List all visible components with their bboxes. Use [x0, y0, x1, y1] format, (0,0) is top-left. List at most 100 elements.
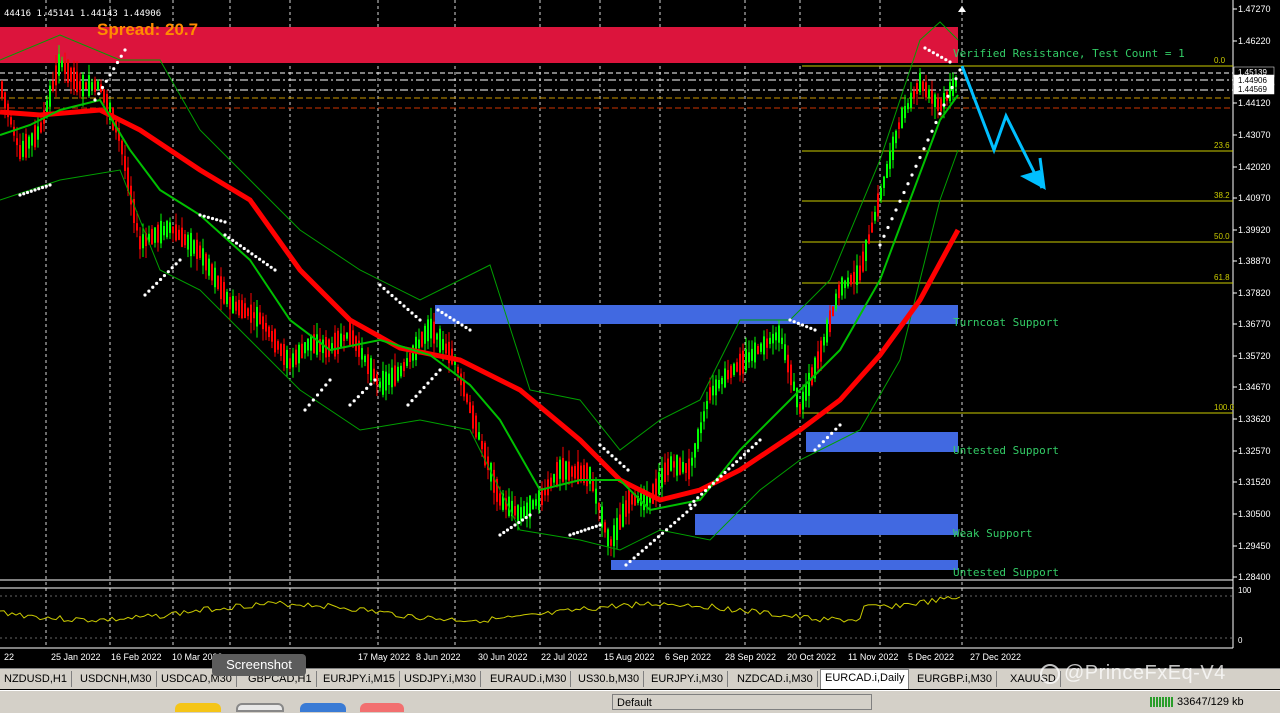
sar-dot [315, 393, 320, 397]
candle-body [922, 81, 924, 91]
candle-body [934, 94, 936, 108]
candle-body [913, 90, 915, 98]
sar-dot [174, 262, 178, 266]
chart-tab[interactable]: EURCAD.i,Daily [820, 669, 910, 689]
zone-rect [695, 514, 958, 535]
candle-body [283, 344, 285, 365]
candle-body [832, 306, 834, 317]
sar-dot [886, 225, 890, 230]
candle-body [85, 82, 87, 89]
sar-dot [673, 521, 677, 525]
chart-tab[interactable]: EURAUD.i,M30 [486, 671, 572, 687]
chart-tab[interactable]: USDJPY.i,M30 [400, 671, 481, 687]
sar-dot [524, 515, 528, 520]
sar-dot [707, 485, 712, 489]
candle-body [34, 125, 36, 148]
sar-dot [813, 448, 817, 452]
date-axis-label: 17 May 2022 [358, 652, 410, 662]
fib-label: 38.2 [1214, 191, 1230, 200]
sar-dot [669, 524, 673, 528]
candle-body [268, 326, 270, 338]
candle-body [370, 358, 372, 381]
candle-body [58, 54, 60, 76]
sar-dot [626, 468, 630, 472]
candle-body [199, 245, 201, 258]
sar-dot [685, 510, 689, 514]
sar-dot [242, 246, 246, 251]
sar-dot [700, 492, 704, 496]
sar-dot [792, 320, 796, 324]
candle-body [520, 507, 522, 521]
sar-dot [950, 85, 954, 90]
sar-dot [788, 318, 792, 322]
candle-body [898, 122, 900, 129]
candle-body [424, 325, 426, 344]
price-chart[interactable]: Verified Resistance, Test Count = 1 Turnc… [0, 0, 1280, 668]
candle-body [598, 502, 600, 511]
candle-body [847, 277, 849, 287]
sar-dot [719, 474, 723, 478]
sar-dot [25, 190, 30, 195]
candle-body [667, 458, 669, 476]
sar-dot [598, 523, 602, 527]
screenshot-icon[interactable] [236, 703, 284, 712]
candle-body [775, 332, 777, 341]
sar-dot [414, 394, 418, 398]
sar-dot [219, 219, 223, 223]
candle-body [625, 500, 627, 517]
price-axis-label: 1.31520 [1238, 477, 1271, 487]
chart-tab[interactable]: USDCNH,M30 [76, 671, 157, 687]
sar-dot [528, 513, 532, 517]
sar-dot [123, 48, 127, 52]
fib-label: 100.0 [1214, 403, 1235, 412]
sar-dot [448, 315, 452, 320]
sar-dot [238, 244, 242, 248]
date-axis-label: 22 [4, 652, 14, 662]
sar-dot [902, 190, 906, 195]
candle-body [535, 499, 537, 506]
sar-dot [444, 313, 448, 317]
sar-dot [273, 268, 277, 272]
sar-dot [410, 399, 414, 403]
candle-body [478, 432, 480, 440]
candle-body [901, 107, 903, 129]
sar-dot [590, 525, 595, 530]
chart-tab[interactable]: EURJPY.i,M15 [319, 671, 400, 687]
chart-tab[interactable]: US30.b,M30 [574, 671, 645, 687]
dock-app-icon[interactable] [175, 703, 221, 712]
date-axis-label: 28 Sep 2022 [725, 652, 776, 662]
sar-dot [498, 533, 502, 537]
candle-body [928, 89, 930, 98]
candle-body [19, 145, 21, 160]
candle-body [214, 267, 216, 288]
sar-dot [934, 120, 938, 125]
chart-tab[interactable]: EURGBP.i,M30 [913, 671, 997, 687]
candle-body [442, 339, 444, 351]
price-axis-label: 1.33620 [1238, 414, 1271, 424]
sar-dot [587, 527, 591, 531]
sar-dot [614, 457, 618, 461]
candle-body [592, 480, 594, 492]
chart-tab[interactable]: EURJPY.i,M30 [647, 671, 728, 687]
candle-body [940, 99, 942, 112]
sar-dot [575, 530, 580, 535]
profile-name[interactable]: Default [612, 694, 872, 710]
sar-dot [723, 470, 727, 475]
sar-dot [398, 300, 402, 305]
candle-body [910, 92, 912, 108]
dock-app-icon[interactable] [360, 703, 404, 712]
candle-body [403, 362, 405, 372]
sar-dot [307, 403, 311, 407]
sar-dot [946, 94, 950, 98]
candle-body [385, 371, 387, 391]
sar-dot [234, 241, 239, 245]
candle-body [61, 60, 63, 68]
date-axis-label: 16 Feb 2022 [111, 652, 162, 662]
sar-dot [738, 456, 743, 460]
sar-dot [942, 103, 946, 107]
chart-tab[interactable]: NZDCAD.i,M30 [733, 671, 818, 687]
dock-app-icon[interactable] [300, 703, 346, 712]
sar-dot [618, 461, 622, 465]
sar-dot [303, 408, 307, 412]
chart-tab[interactable]: NZDUSD,H1 [0, 671, 72, 687]
